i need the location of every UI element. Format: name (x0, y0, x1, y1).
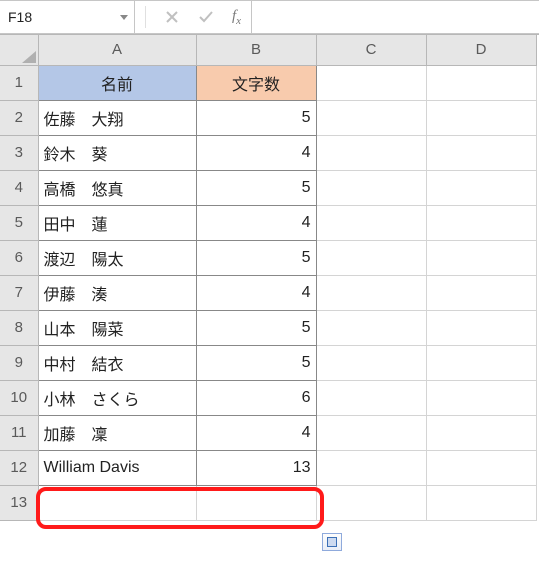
name-box-wrap[interactable]: F18 (0, 1, 135, 33)
autofill-options-icon[interactable] (322, 533, 342, 551)
row-header[interactable]: 4 (0, 170, 38, 205)
formula-input[interactable] (251, 1, 539, 33)
row-header[interactable]: 5 (0, 205, 38, 240)
cell[interactable] (316, 275, 426, 310)
table-row: 3 鈴木 葵 4 (0, 135, 536, 170)
row-header[interactable]: 3 (0, 135, 38, 170)
cell[interactable] (426, 170, 536, 205)
cell[interactable] (38, 485, 196, 520)
separator (145, 6, 146, 28)
cell-name[interactable]: 佐藤 大翔 (38, 100, 196, 135)
row-header[interactable]: 7 (0, 275, 38, 310)
row-header[interactable]: 11 (0, 415, 38, 450)
cell[interactable] (316, 345, 426, 380)
cell-len[interactable]: 5 (196, 345, 316, 380)
cell-len[interactable]: 6 (196, 380, 316, 415)
cell[interactable] (316, 380, 426, 415)
cell-name[interactable]: 田中 蓮 (38, 205, 196, 240)
formula-buttons: fx (135, 1, 251, 33)
cell[interactable] (426, 240, 536, 275)
cell[interactable] (316, 170, 426, 205)
header-name[interactable]: 名前 (38, 65, 196, 100)
table-row: 4 高橋 悠真 5 (0, 170, 536, 205)
cell-len[interactable]: 4 (196, 205, 316, 240)
cell-name[interactable]: William Davis (38, 450, 196, 485)
cell[interactable] (316, 135, 426, 170)
table-row: 6 渡辺 陽太 5 (0, 240, 536, 275)
cell[interactable] (426, 310, 536, 345)
cell[interactable] (426, 100, 536, 135)
cell-name[interactable]: 鈴木 葵 (38, 135, 196, 170)
cell[interactable] (316, 310, 426, 345)
header-len[interactable]: 文字数 (196, 65, 316, 100)
select-all-corner[interactable] (0, 35, 38, 65)
row-header[interactable]: 2 (0, 100, 38, 135)
cell-name[interactable]: 加藤 凜 (38, 415, 196, 450)
table-row: 10 小林 さくら 6 (0, 380, 536, 415)
cell-len[interactable]: 5 (196, 170, 316, 205)
spreadsheet-grid[interactable]: A B C D 1 名前 文字数 2 佐藤 大翔 5 3 鈴木 葵 4 4 高橋… (0, 34, 539, 521)
table-row: 12 William Davis 13 (0, 450, 536, 485)
cell-name[interactable]: 伊藤 湊 (38, 275, 196, 310)
cell-name[interactable]: 中村 結衣 (38, 345, 196, 380)
row-header[interactable]: 13 (0, 485, 38, 520)
table-row: 13 (0, 485, 536, 520)
cell[interactable] (426, 65, 536, 100)
col-header-A[interactable]: A (38, 35, 196, 65)
cell[interactable] (426, 345, 536, 380)
row-header[interactable]: 12 (0, 450, 38, 485)
column-header-row: A B C D (0, 35, 536, 65)
cell[interactable] (426, 450, 536, 485)
row-header[interactable]: 1 (0, 65, 38, 100)
fx-icon[interactable]: fx (232, 8, 241, 27)
formula-bar: F18 fx (0, 0, 539, 34)
cell-name[interactable]: 山本 陽菜 (38, 310, 196, 345)
cell[interactable] (316, 205, 426, 240)
cell[interactable] (426, 275, 536, 310)
cell-len[interactable]: 4 (196, 275, 316, 310)
cell[interactable] (426, 380, 536, 415)
row-header[interactable]: 9 (0, 345, 38, 380)
table-row: 8 山本 陽菜 5 (0, 310, 536, 345)
cell[interactable] (316, 415, 426, 450)
table-row: 9 中村 結衣 5 (0, 345, 536, 380)
name-box[interactable]: F18 (8, 9, 120, 25)
row-header[interactable]: 8 (0, 310, 38, 345)
enter-icon (198, 9, 214, 25)
cell[interactable] (316, 485, 426, 520)
col-header-D[interactable]: D (426, 35, 536, 65)
table-row: 11 加藤 凜 4 (0, 415, 536, 450)
col-header-C[interactable]: C (316, 35, 426, 65)
cell-len[interactable]: 4 (196, 135, 316, 170)
cell[interactable] (426, 205, 536, 240)
cell-len[interactable]: 5 (196, 100, 316, 135)
cancel-icon (164, 9, 180, 25)
cell-len[interactable]: 5 (196, 240, 316, 275)
cell[interactable] (426, 415, 536, 450)
cell[interactable] (316, 450, 426, 485)
table-row: 2 佐藤 大翔 5 (0, 100, 536, 135)
cell[interactable] (426, 135, 536, 170)
cell-len[interactable]: 13 (196, 450, 316, 485)
cell-name[interactable]: 小林 さくら (38, 380, 196, 415)
table-row: 1 名前 文字数 (0, 65, 536, 100)
cell-name[interactable]: 渡辺 陽太 (38, 240, 196, 275)
cell-len[interactable]: 4 (196, 415, 316, 450)
cell-len[interactable]: 5 (196, 310, 316, 345)
cell-name[interactable]: 高橋 悠真 (38, 170, 196, 205)
cell[interactable] (426, 485, 536, 520)
table-row: 5 田中 蓮 4 (0, 205, 536, 240)
row-header[interactable]: 6 (0, 240, 38, 275)
cell[interactable] (316, 100, 426, 135)
cell[interactable] (316, 65, 426, 100)
chevron-down-icon[interactable] (120, 15, 128, 20)
col-header-B[interactable]: B (196, 35, 316, 65)
cell[interactable] (196, 485, 316, 520)
cell[interactable] (316, 240, 426, 275)
row-header[interactable]: 10 (0, 380, 38, 415)
table-row: 7 伊藤 湊 4 (0, 275, 536, 310)
